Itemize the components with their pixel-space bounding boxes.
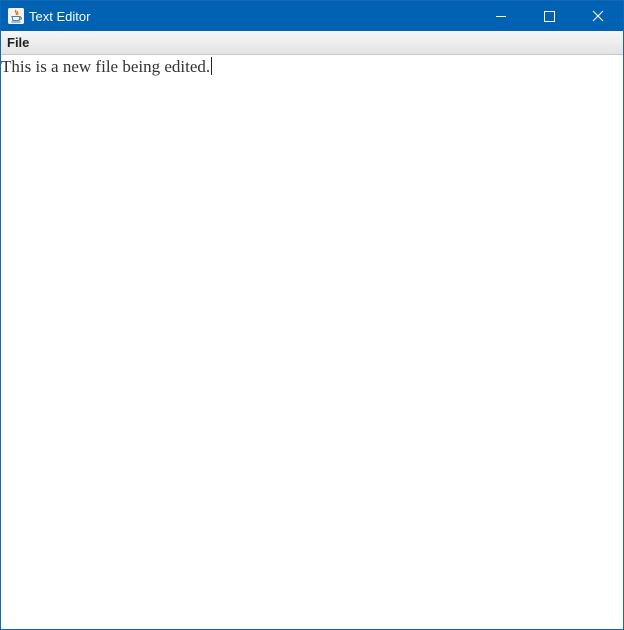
editor-text-area[interactable]: This is a new file being edited. [1, 55, 623, 629]
close-button[interactable] [575, 1, 621, 31]
maximize-icon [544, 11, 555, 22]
close-icon [592, 10, 604, 22]
menu-file[interactable]: File [1, 31, 35, 54]
title-bar[interactable]: Text Editor [1, 1, 623, 31]
editor-content-line: This is a new file being edited. [1, 57, 213, 77]
menu-bar: File [1, 31, 623, 55]
minimize-button[interactable] [478, 1, 524, 31]
maximize-button[interactable] [526, 1, 572, 31]
java-cup-icon [8, 8, 24, 24]
editor-text: This is a new file being edited. [1, 57, 211, 76]
minimize-icon [496, 16, 506, 17]
window-title: Text Editor [29, 9, 91, 24]
text-caret [211, 57, 213, 75]
text-editor-window: Text Editor File This is a new file bein… [0, 0, 624, 630]
